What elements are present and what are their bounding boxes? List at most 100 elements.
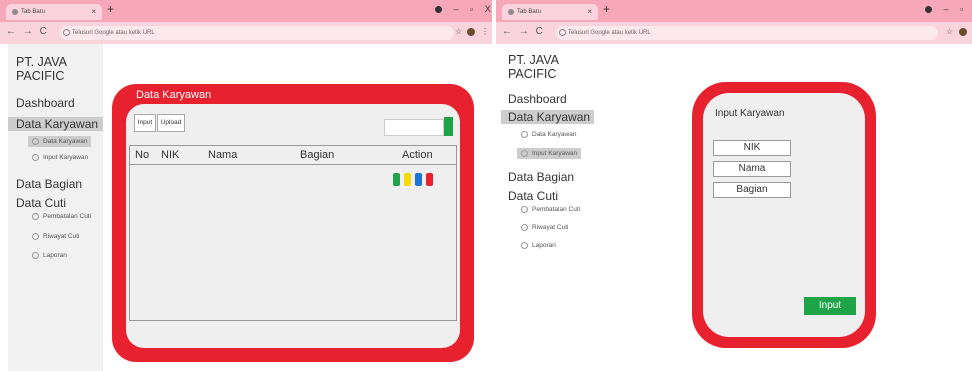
window-controls: – ▫ X bbox=[426, 4, 491, 14]
forward-button[interactable]: → bbox=[23, 26, 33, 37]
search-button[interactable] bbox=[444, 117, 453, 136]
back-button[interactable]: ← bbox=[502, 26, 512, 37]
sidebar-subitem-riwayat-cuti[interactable]: Riwayat Cuti bbox=[32, 233, 79, 240]
address-bar: ← → C Telusuri Google atau ketik URL ☆ bbox=[496, 22, 972, 44]
bookmark-star-icon[interactable]: ☆ bbox=[455, 27, 462, 36]
action-view-button[interactable] bbox=[393, 173, 400, 186]
omnibox[interactable]: Telusuri Google atau ketik URL bbox=[60, 26, 454, 40]
radio-icon bbox=[32, 154, 39, 161]
radio-icon bbox=[521, 224, 528, 231]
reload-button[interactable]: C bbox=[536, 26, 543, 37]
radio-icon bbox=[521, 131, 528, 138]
sidebar-item-dashboard[interactable]: Dashboard bbox=[16, 96, 75, 110]
column-header-bagian: Bagian bbox=[300, 149, 335, 161]
reload-button[interactable]: C bbox=[40, 26, 47, 37]
nav-buttons: ← → C bbox=[502, 26, 547, 37]
sidebar-subitem-data-karyawan[interactable]: Data Karyawan bbox=[521, 131, 576, 138]
address-bar: ← → C Telusuri Google atau ketik URL ☆ ⋮ bbox=[0, 22, 492, 44]
omnibox[interactable]: Telusuri Google atau ketik URL bbox=[556, 26, 938, 40]
action-detail-button[interactable] bbox=[415, 173, 422, 186]
tab-close-icon[interactable]: × bbox=[587, 4, 592, 20]
omnibox-placeholder: Telusuri Google atau ketik URL bbox=[72, 30, 155, 36]
sidebar-subitem-pembatalan-cuti[interactable]: Pembatalan Cuti bbox=[521, 206, 580, 213]
action-edit-button[interactable] bbox=[404, 173, 411, 186]
close-window-button[interactable]: X bbox=[485, 4, 491, 14]
browser-window-right: Tab Baru × + – ▫ ← → C Telusuri Google a… bbox=[496, 0, 972, 371]
google-icon bbox=[559, 29, 566, 36]
page-content: PT. JAVA PACIFIC Dashboard Data Karyawan… bbox=[0, 44, 492, 371]
browser-window-left: Tab Baru × + – ▫ X ← → C Telusuri Google… bbox=[0, 0, 492, 371]
card-body: Input Upload No NIK Nama Bagian Action bbox=[126, 104, 460, 348]
tab-bar: Tab Baru × + – ▫ bbox=[496, 0, 972, 22]
minimize-button[interactable]: – bbox=[454, 4, 459, 14]
favicon-icon bbox=[12, 9, 18, 15]
radio-icon bbox=[521, 206, 528, 213]
bagian-field[interactable]: Bagian bbox=[713, 182, 791, 198]
new-tab-button[interactable]: + bbox=[107, 2, 114, 16]
column-header-nama: Nama bbox=[208, 149, 238, 161]
form-body: Input Karyawan NIK Nama Bagian Input bbox=[703, 93, 865, 337]
record-icon[interactable] bbox=[435, 6, 442, 14]
tab-bar: Tab Baru × + – ▫ X bbox=[0, 0, 492, 22]
omnibox-placeholder: Telusuri Google atau ketik URL bbox=[568, 30, 651, 36]
sidebar: PT. JAVA PACIFIC Dashboard Data Karyawan… bbox=[501, 44, 594, 371]
tab-title: Tab Baru bbox=[21, 9, 46, 15]
data-karyawan-card: Data Karyawan Input Upload No NIK Nama B… bbox=[112, 84, 474, 362]
back-button[interactable]: ← bbox=[6, 26, 16, 37]
radio-icon bbox=[32, 252, 39, 259]
new-tab-button[interactable]: + bbox=[603, 2, 610, 16]
favicon-icon bbox=[508, 9, 514, 15]
sidebar-subitem-laporan[interactable]: Laporan bbox=[521, 242, 556, 249]
input-karyawan-card: Input Karyawan NIK Nama Bagian Input bbox=[692, 82, 876, 348]
profile-avatar[interactable] bbox=[467, 28, 475, 36]
sidebar-item-data-karyawan[interactable]: Data Karyawan bbox=[8, 117, 103, 131]
radio-icon bbox=[32, 138, 39, 145]
sidebar: PT. JAVA PACIFIC Dashboard Data Karyawan… bbox=[8, 44, 103, 371]
sidebar-item-data-cuti[interactable]: Data Cuti bbox=[508, 189, 558, 203]
nav-buttons: ← → C bbox=[6, 26, 51, 37]
search-input[interactable] bbox=[384, 119, 444, 136]
bookmark-star-icon[interactable]: ☆ bbox=[946, 27, 953, 36]
input-submit-button[interactable]: Input bbox=[804, 297, 856, 315]
column-header-action: Action bbox=[402, 149, 433, 161]
sidebar-item-data-bagian[interactable]: Data Bagian bbox=[508, 170, 574, 184]
nik-field[interactable]: NIK bbox=[713, 140, 791, 156]
company-name: PT. JAVA PACIFIC bbox=[16, 55, 67, 83]
form-title: Input Karyawan bbox=[715, 108, 785, 119]
sidebar-subitem-laporan[interactable]: Laporan bbox=[32, 252, 67, 259]
sidebar-subitem-input-karyawan[interactable]: Input Karyawan bbox=[32, 154, 88, 161]
upload-button[interactable]: Upload bbox=[157, 114, 185, 132]
card-title: Data Karyawan bbox=[136, 89, 212, 101]
action-delete-button[interactable] bbox=[426, 173, 433, 186]
sidebar-subitem-pembatalan-cuti[interactable]: Pembatalan Cuti bbox=[32, 213, 91, 220]
employee-table: No NIK Nama Bagian Action bbox=[129, 145, 457, 321]
page-content: PT. JAVA PACIFIC Dashboard Data Karyawan… bbox=[496, 44, 972, 371]
maximize-button[interactable]: ▫ bbox=[470, 4, 473, 14]
sidebar-item-dashboard[interactable]: Dashboard bbox=[508, 92, 567, 106]
sidebar-subitem-input-karyawan[interactable]: Input Karyawan bbox=[517, 148, 582, 160]
radio-icon bbox=[32, 233, 39, 240]
sidebar-item-data-bagian[interactable]: Data Bagian bbox=[16, 177, 82, 191]
forward-button[interactable]: → bbox=[519, 26, 529, 37]
tab-close-icon[interactable]: × bbox=[91, 4, 96, 20]
record-icon[interactable] bbox=[925, 6, 932, 14]
column-header-no: No bbox=[135, 149, 150, 161]
browser-tab[interactable]: Tab Baru × bbox=[6, 4, 102, 20]
menu-icon[interactable]: ⋮ bbox=[481, 27, 489, 36]
sidebar-item-data-cuti[interactable]: Data Cuti bbox=[16, 196, 66, 210]
profile-avatar[interactable] bbox=[959, 28, 967, 36]
browser-tab[interactable]: Tab Baru × bbox=[502, 4, 598, 20]
sidebar-subitem-data-karyawan[interactable]: Data Karyawan bbox=[28, 136, 92, 148]
radio-icon bbox=[521, 150, 528, 157]
radio-icon bbox=[32, 213, 39, 220]
input-button[interactable]: Input bbox=[134, 114, 156, 132]
sidebar-item-data-karyawan[interactable]: Data Karyawan bbox=[501, 110, 594, 124]
maximize-button[interactable]: ▫ bbox=[960, 4, 963, 14]
sidebar-subitem-riwayat-cuti[interactable]: Riwayat Cuti bbox=[521, 224, 568, 231]
google-icon bbox=[63, 29, 70, 36]
nama-field[interactable]: Nama bbox=[713, 161, 791, 177]
column-header-nik: NIK bbox=[161, 149, 180, 161]
minimize-button[interactable]: – bbox=[944, 4, 949, 14]
tab-title: Tab Baru bbox=[517, 9, 542, 15]
table-header: No NIK Nama Bagian Action bbox=[130, 146, 456, 165]
